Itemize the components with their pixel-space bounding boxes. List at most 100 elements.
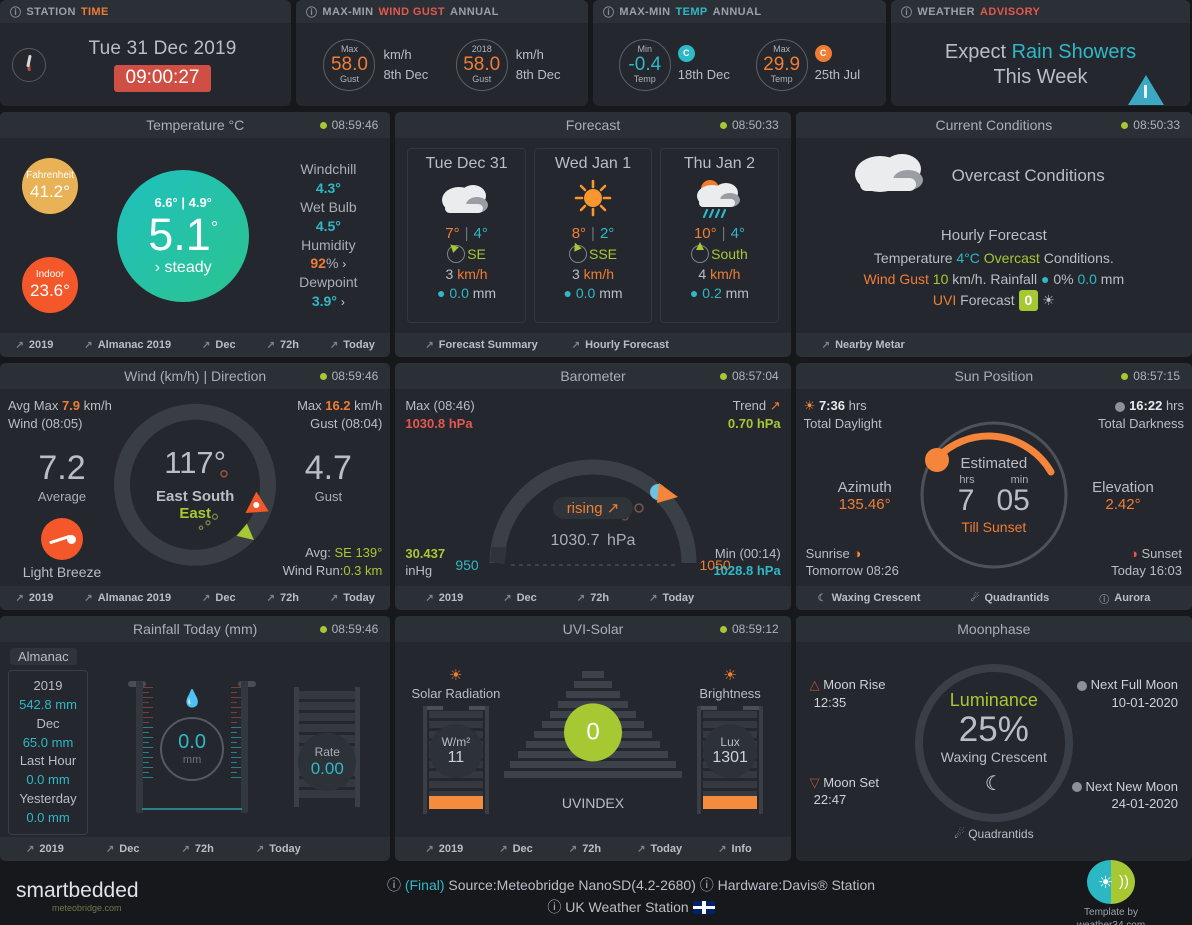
uvi-link-2019[interactable]: ↗ 2019 xyxy=(425,843,463,855)
wind-link-almanac[interactable]: ↗ Almanac 2019 xyxy=(84,592,171,604)
footer-station-name: UK Weather Station xyxy=(565,899,689,915)
wind-max-gust: Max 16.2 km/h Gust (08:04) xyxy=(297,398,383,431)
temperature-link-dec[interactable]: ↗ Dec xyxy=(202,339,236,351)
almanac-key-2: Last Hour xyxy=(19,753,77,769)
weather-advisory-panel: ⓘ WEATHER ADVISORY Expect Rain Showers T… xyxy=(891,0,1190,106)
sun-position-header: Sun Position 08:57:15 xyxy=(795,363,1192,389)
uvi-link-dec[interactable]: ↗ Dec xyxy=(499,843,533,855)
rain-rate-gauge[interactable]: Rate 0.00 xyxy=(292,686,362,807)
rainfall-link-dec[interactable]: ↗ Dec xyxy=(106,843,140,855)
external-link-icon: ↗ xyxy=(255,843,265,855)
wetbulb-label: Wet Bulb xyxy=(300,198,357,215)
aurora-link[interactable]: ⓘ Aurora xyxy=(1099,591,1150,606)
rainfall-link-today[interactable]: ↗ Today xyxy=(256,843,301,855)
meteor-shower-link[interactable]: ☄ Quadrantids xyxy=(970,592,1049,604)
temperature-stamp: 08:59:46 xyxy=(319,118,378,132)
wind-avg-max: Avg Max 7.9 km/h Wind (08:05) xyxy=(8,398,112,431)
temperature-link-today[interactable]: ↗ Today xyxy=(330,339,375,351)
bar-lip-left xyxy=(426,705,443,710)
column-right: Current Conditions 08:50:33 Overcast Con… xyxy=(795,112,1192,861)
almanac-tag[interactable]: Almanac xyxy=(10,648,77,665)
solar-radiation-block[interactable]: ☀ Solar Radiation W/m² 11 xyxy=(410,666,502,814)
wind-link-2019[interactable]: ↗ 2019 xyxy=(15,592,53,604)
forecast-day-2-dir-label: South xyxy=(711,246,748,262)
moon-luminance-ring[interactable]: Luminance 25% Waxing Crescent ☾ xyxy=(914,664,1073,822)
gust-value-1: 58.0 xyxy=(463,54,501,75)
temperature-link-almanac[interactable]: ↗ Almanac 2019 xyxy=(84,339,171,351)
barometer-header: Barometer 08:57:04 xyxy=(395,363,791,389)
uvi-solar-panel: UVI-Solar 08:59:12 ☀ Solar Radiation W/m… xyxy=(395,616,791,861)
uv-index-block[interactable]: 0 UVINDEX xyxy=(503,669,683,811)
humidity-row[interactable]: 92% › xyxy=(274,254,382,273)
status-dot xyxy=(319,625,327,633)
barometer-link-2019[interactable]: ↗ 2019 xyxy=(425,592,463,604)
temperature-link-2019[interactable]: ↗ 2019 xyxy=(15,339,53,351)
advisory-line1: Expect Rain Showers xyxy=(891,41,1190,64)
rainfall-link-72h[interactable]: ↗ 72h xyxy=(181,843,213,855)
station-date-time: Tue 31 Dec 2019 09:00:27 xyxy=(46,38,291,92)
indoor-label: Indoor xyxy=(35,269,65,281)
station-time-header: ⓘ STATION TIME xyxy=(0,0,291,23)
forecast-day-0-direction: SE xyxy=(447,241,486,263)
external-link-icon: ↗ xyxy=(571,339,581,351)
beaufort-icon xyxy=(41,518,83,560)
gust-unit-1: km/h xyxy=(515,47,544,62)
uvi-link-info[interactable]: ↗ Info xyxy=(718,843,752,855)
temperature-link-72h[interactable]: ↗ 72h xyxy=(267,339,299,351)
external-link-icon: ↗ xyxy=(329,592,339,604)
uvi-link-72h[interactable]: ↗ 72h xyxy=(569,843,601,855)
indoor-badge[interactable]: Indoor 23.6° xyxy=(22,257,78,313)
water-drop-icon: ● xyxy=(437,285,446,301)
wind-link-dec[interactable]: ↗ Dec xyxy=(202,592,236,604)
forecast-day-1[interactable]: Wed Jan 1 8° | 2° SSE 3 km/h ● 0.0 mm xyxy=(533,148,653,323)
rain-rate-value: 0.00 xyxy=(310,758,344,778)
barometer-link-dec[interactable]: ↗ Dec xyxy=(503,592,537,604)
wind-direction-degrees: 117° xyxy=(164,444,227,480)
external-link-icon: ↗ xyxy=(84,592,93,604)
forecast-header: Forecast 08:50:33 xyxy=(395,112,791,138)
rainfall-link-2019[interactable]: ↗ 2019 xyxy=(26,843,64,855)
wind-link-today[interactable]: ↗ Today xyxy=(330,592,375,604)
forecast-day-1-dir-label: SSE xyxy=(588,246,617,262)
current-temperature-dial[interactable]: 6.6° | 4.9° 5.1° › steady xyxy=(117,169,250,302)
brightness-block[interactable]: ☀ Brightness Lux 1301 xyxy=(684,666,776,814)
uvi-link-today[interactable]: ↗ Today xyxy=(637,843,682,855)
gust-date-0: 8th Dec xyxy=(383,66,429,82)
almanac-value-0: 542.8 mm xyxy=(19,696,77,712)
moon-phase-link[interactable]: ☾ Waxing Crescent xyxy=(818,592,921,604)
current-conditions-links: ↗ Nearby Metar xyxy=(795,333,1192,357)
wind-cardinal: East South East xyxy=(156,488,234,523)
fahrenheit-badge[interactable]: Fahrenheit 41.2° xyxy=(22,158,78,214)
forecast-day-0[interactable]: Tue Dec 31 7° | 4° SE 3 km/h ● 0.0 mm xyxy=(407,148,526,323)
sunset-value: Today 16:03 xyxy=(1111,563,1182,579)
nearby-metar-link[interactable]: ↗ Nearby Metar xyxy=(822,339,905,351)
temp-min-sub: Temp xyxy=(633,74,656,84)
barometer-scale-min: 950 xyxy=(455,557,479,573)
bar-lip-right xyxy=(468,705,485,710)
sunrise-value: Tomorrow 08:26 xyxy=(805,563,899,579)
wind-link-72h[interactable]: ↗ 72h xyxy=(267,592,299,604)
rain-gauge-today[interactable]: 💧 0.0 mm xyxy=(128,680,257,813)
temperature-header: Temperature °C 08:59:46 xyxy=(0,112,391,138)
temp-annual-panel: ⓘ MAX-MIN TEMP ANNUAL Min -0.4 Temp C 18… xyxy=(593,0,886,106)
wind-compass[interactable]: 117° East South East xyxy=(114,403,277,566)
temp-min-value: -0.4 xyxy=(628,54,662,75)
dewpoint-row[interactable]: 3.9° › xyxy=(274,292,382,311)
barometer-link-today[interactable]: ↗ Today xyxy=(649,592,694,604)
info-icon: ⓘ xyxy=(901,6,913,19)
footer-info: ⓘ (Final) Source:Meteobridge NanoSD(4.2-… xyxy=(216,874,1046,919)
moon-meteor-link[interactable]: ☄ Quadrantids xyxy=(954,827,1033,841)
advisory-header: ⓘ WEATHER ADVISORY xyxy=(891,0,1190,23)
forecast-link-summary[interactable]: ↗ Forecast Summary xyxy=(425,339,537,351)
sun-position-time: 08:57:15 xyxy=(1133,369,1180,383)
template-credit[interactable]: ☀)) Template by weather34.com xyxy=(1046,860,1176,925)
sun-progress-ring[interactable]: Estimated hrs min 7 05 Till Sunset xyxy=(914,415,1074,575)
current-conditions-header: Current Conditions 08:50:33 xyxy=(795,112,1192,138)
forecast-day-0-rain: ● 0.0 mm xyxy=(437,285,497,301)
almanac-key-1: Dec xyxy=(36,715,60,731)
forecast-day-2[interactable]: Thu Jan 2 10° | 4° South 4 km/h ● 0.2 mm xyxy=(660,148,779,323)
gust-meta-1: km/h 8th Dec xyxy=(516,45,561,84)
forecast-link-hourly[interactable]: ↗ Hourly Forecast xyxy=(572,339,669,351)
bar-wall-right xyxy=(484,705,489,814)
barometer-link-72h[interactable]: ↗ 72h xyxy=(577,592,609,604)
